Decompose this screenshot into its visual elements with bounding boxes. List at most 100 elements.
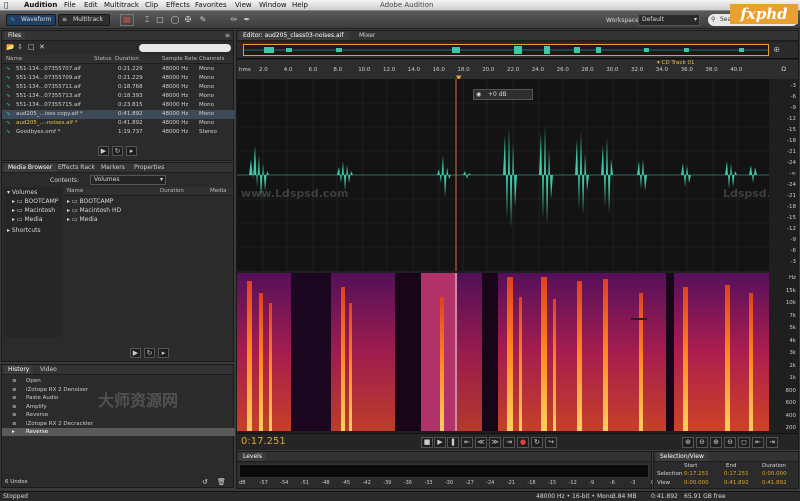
headphones-icon[interactable]: Ω bbox=[781, 66, 786, 73]
pencil-tool-icon[interactable]: ✒ bbox=[242, 15, 252, 25]
list-item[interactable]: ▸ Reverse bbox=[2, 428, 235, 436]
list-item[interactable]: ≡ Reverse bbox=[2, 411, 235, 419]
open-file-icon[interactable]: 📂 bbox=[6, 43, 15, 51]
brush-tool-icon[interactable]: ✏ bbox=[229, 15, 239, 25]
lasso-tool-icon[interactable]: ◯ bbox=[170, 15, 180, 25]
tree-bootcamp[interactable]: ▸ ▭ BOOTCAMP bbox=[12, 198, 58, 205]
col-name[interactable]: Name bbox=[6, 55, 22, 63]
tab-selection-view[interactable]: Selection/View bbox=[656, 452, 708, 461]
tab-video[interactable]: Video bbox=[36, 365, 61, 374]
menu-app[interactable]: Audition bbox=[24, 1, 57, 9]
table-row[interactable]: ∿ 551-134...07355713.aif 0:18.393 48000 Hz M… bbox=[2, 92, 235, 101]
tab-levels[interactable]: Levels bbox=[239, 452, 266, 461]
panel-menu-icon[interactable]: ≡ bbox=[225, 32, 230, 39]
autoplay-button[interactable]: ▸ bbox=[126, 146, 137, 156]
menu-window[interactable]: Window bbox=[259, 1, 287, 9]
col-sample-rate[interactable]: Sample Rate bbox=[162, 55, 197, 63]
spectral-view[interactable] bbox=[237, 273, 769, 431]
pause-button[interactable]: ❚ bbox=[447, 437, 459, 448]
workspace-select[interactable]: Default ▾ bbox=[638, 14, 700, 26]
apple-icon[interactable]:  bbox=[4, 1, 8, 9]
col-channels[interactable]: Channels bbox=[199, 55, 224, 63]
play-button[interactable]: ▶ bbox=[434, 437, 446, 448]
import-icon[interactable]: ⇩ bbox=[17, 43, 23, 51]
move-tool-icon[interactable]: ✠ bbox=[183, 15, 193, 25]
menu-effects[interactable]: Effects bbox=[166, 1, 190, 9]
tree-shortcuts[interactable]: ▸ Shortcuts bbox=[7, 227, 41, 234]
zoom-out-point-icon[interactable]: ⇥ bbox=[766, 437, 778, 448]
hud-gain[interactable]: ◉ +0 dB bbox=[473, 89, 533, 100]
tab-media-browser[interactable]: Media Browser bbox=[4, 163, 57, 172]
tree-media[interactable]: ▸ ▭ Media bbox=[12, 216, 43, 223]
list-item[interactable]: ≡ iZotope RX 2 Decrackler bbox=[2, 420, 235, 428]
menu-multitrack[interactable]: Multitrack bbox=[104, 1, 139, 9]
record-button[interactable]: ● bbox=[517, 437, 529, 448]
tab-history[interactable]: History bbox=[4, 365, 34, 374]
waveform-view[interactable]: ◉ +0 dB www.Ldspsd.com Ldspsd.com bbox=[237, 79, 796, 271]
spot-healing-brush-icon[interactable]: ✎ bbox=[198, 15, 208, 25]
contents-select[interactable]: Volumes ▾ bbox=[90, 175, 166, 185]
col-duration[interactable]: Duration bbox=[160, 187, 184, 195]
spectral-display-icon[interactable]: ▤ bbox=[120, 14, 134, 26]
menu-help[interactable]: Help bbox=[292, 1, 308, 9]
files-tab[interactable]: Files bbox=[4, 31, 26, 40]
zoom-out-time-icon[interactable]: ⊖ bbox=[724, 437, 736, 448]
play-media-button[interactable]: ▶ bbox=[130, 348, 141, 358]
overview-viewport[interactable] bbox=[243, 44, 769, 56]
list-item[interactable]: ≡ Open bbox=[2, 377, 235, 385]
rewind-button[interactable]: ≪ bbox=[475, 437, 487, 448]
view-duration[interactable]: 0:41.892 bbox=[762, 480, 787, 486]
tree-volumes[interactable]: ▾ Volumes bbox=[7, 189, 37, 196]
col-duration[interactable]: Duration bbox=[115, 55, 139, 63]
trash-icon[interactable]: 🗑 bbox=[217, 478, 226, 486]
menu-clip[interactable]: Clip bbox=[145, 1, 158, 9]
list-item[interactable]: ▸ ▭ BOOTCAMP bbox=[67, 198, 113, 205]
menu-favorites[interactable]: Favorites bbox=[195, 1, 227, 9]
zoom-full-icon[interactable]: ◻ bbox=[738, 437, 750, 448]
col-name[interactable]: Name bbox=[67, 187, 83, 195]
marquee-tool-icon[interactable]: □ bbox=[155, 15, 165, 25]
zoom-in-time-icon[interactable]: ⊕ bbox=[710, 437, 722, 448]
tree-macintosh[interactable]: ▸ ▭ Macintosh bbox=[12, 207, 55, 214]
table-row[interactable]: ∿ 551-134...07355709.aif 0:21.229 48000 Hz M… bbox=[2, 74, 235, 83]
waveform-button[interactable]: ∿ Waveform bbox=[6, 14, 56, 26]
menu-view[interactable]: View bbox=[235, 1, 252, 9]
skip-selection-button[interactable]: ↪ bbox=[545, 437, 557, 448]
list-item[interactable]: ▸ ▭ Macintosh HD bbox=[67, 207, 121, 214]
speaker-icon[interactable]: ▸ bbox=[158, 348, 169, 358]
menu-file[interactable]: File bbox=[64, 1, 76, 9]
close-file-icon[interactable]: ✕ bbox=[39, 43, 45, 51]
selection-end[interactable]: 0:17.251 bbox=[724, 471, 749, 477]
zoom-icon[interactable]: ⊕ bbox=[773, 45, 780, 54]
table-row[interactable]: ∿ aud205_...-noises.aif * 0:41.892 48000 Hz… bbox=[2, 119, 235, 128]
undo-icon[interactable]: ↺ bbox=[202, 478, 208, 486]
play-file-button[interactable]: ▶ bbox=[98, 146, 109, 156]
list-item[interactable]: ▸ ▭ Media bbox=[67, 216, 98, 223]
time-selection-tool-icon[interactable]: ⌶ bbox=[142, 15, 152, 25]
tab-properties[interactable]: Properties bbox=[130, 163, 168, 172]
skip-end-button[interactable]: ⇥ bbox=[503, 437, 515, 448]
table-row[interactable]: ∿ aud205_...ises copy.aif * 0:41.892 48000 … bbox=[2, 110, 235, 119]
tab-effects-rack[interactable]: Effects Rack bbox=[54, 163, 99, 172]
zoom-in-amplitude-icon[interactable]: ⊕ bbox=[682, 437, 694, 448]
col-media[interactable]: Media bbox=[210, 187, 227, 195]
stop-button[interactable]: ■ bbox=[421, 437, 433, 448]
loop-media-button[interactable]: ↻ bbox=[144, 348, 155, 358]
multitrack-button[interactable]: ≡ Multitrack bbox=[58, 14, 110, 26]
new-file-icon[interactable]: □ bbox=[28, 43, 35, 51]
zoom-in-point-icon[interactable]: ⇤ bbox=[752, 437, 764, 448]
selection-start[interactable]: 0:17.251 bbox=[684, 471, 709, 477]
table-row[interactable]: ∿ 551-134...07355707.aif 0:21.229 48000 Hz M… bbox=[2, 65, 235, 74]
table-row[interactable]: ∿ 551-134...07355715.aif 0:23.815 48000 Hz M… bbox=[2, 101, 235, 110]
tab-mixer[interactable]: Mixer bbox=[355, 31, 379, 40]
view-end[interactable]: 0:41.892 bbox=[724, 480, 749, 486]
tab-markers[interactable]: Markers bbox=[97, 163, 129, 172]
table-row[interactable]: ∿ Goodbyes.omf * 1:19.737 48000 Hz Stereo bbox=[2, 128, 235, 137]
table-row[interactable]: ∿ 551-134...07355711.aif 0:18.768 48000 Hz M… bbox=[2, 83, 235, 92]
loop-file-button[interactable]: ↻ bbox=[112, 146, 123, 156]
fast-forward-button[interactable]: ≫ bbox=[489, 437, 501, 448]
zoom-out-amplitude-icon[interactable]: ⊖ bbox=[696, 437, 708, 448]
menu-edit[interactable]: Edit bbox=[84, 1, 98, 9]
loop-button[interactable]: ↻ bbox=[531, 437, 543, 448]
overview-bar[interactable]: ⊕ bbox=[237, 42, 798, 59]
